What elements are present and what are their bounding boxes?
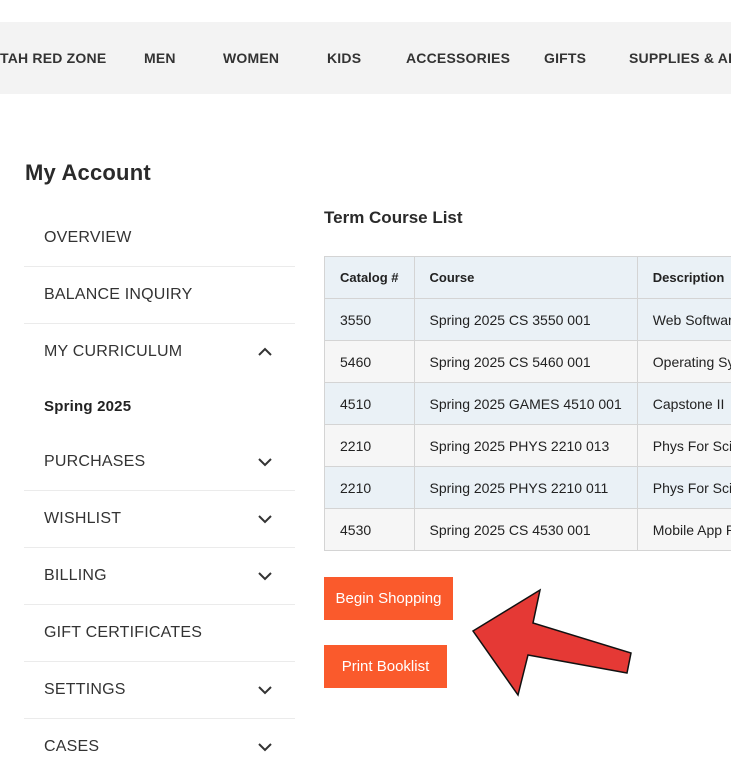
cell-description: Phys For Scien — [636, 424, 731, 467]
chevron-down-icon[interactable] — [257, 682, 273, 698]
sidebar-item-settings[interactable]: SETTINGS — [24, 662, 295, 719]
cell-description: Mobile App Pro — [636, 508, 731, 551]
sidebar-item-label: PURCHASES — [44, 453, 146, 470]
page-title: My Account — [25, 160, 151, 185]
sidebar-item-label: OVERVIEW — [44, 229, 132, 246]
nav-item-red-zone[interactable]: TAH RED ZONE — [0, 22, 106, 94]
sidebar-item-gift-certificates[interactable]: GIFT CERTIFICATES — [24, 605, 295, 662]
sidebar-item-cases[interactable]: CASES — [24, 719, 295, 775]
sidebar-item-my-curriculum[interactable]: MY CURRICULUM — [24, 324, 295, 380]
table-row: 5460 Spring 2025 CS 5460 001 Operating S… — [324, 340, 731, 383]
sidebar-subitem-spring-2025[interactable]: Spring 2025 — [24, 380, 295, 434]
cell-course: Spring 2025 CS 5460 001 — [413, 340, 638, 383]
account-sidebar: OVERVIEW BALANCE INQUIRY MY CURRICULUM S… — [24, 210, 295, 775]
cell-description: Operating Syste — [636, 340, 731, 383]
nav-item-supplies-art[interactable]: SUPPLIES & ART — [629, 22, 731, 94]
cell-catalog: 4510 — [324, 382, 415, 425]
table-row: 4530 Spring 2025 CS 4530 001 Mobile App … — [324, 508, 731, 551]
course-table: Catalog # Course Description 3550 Spring… — [324, 256, 731, 551]
sidebar-item-label: BALANCE INQUIRY — [44, 286, 193, 303]
sidebar-item-label: WISHLIST — [44, 510, 122, 527]
sidebar-item-wishlist[interactable]: WISHLIST — [24, 491, 295, 548]
cell-course: Spring 2025 PHYS 2210 011 — [413, 466, 638, 509]
cell-course: Spring 2025 PHYS 2210 013 — [413, 424, 638, 467]
course-table-container: Catalog # Course Description 3550 Spring… — [324, 256, 731, 551]
annotation-arrow-icon — [471, 588, 632, 697]
cell-catalog: 2210 — [324, 466, 415, 509]
nav-item-accessories[interactable]: ACCESSORIES — [406, 22, 510, 94]
sidebar-item-label: MY CURRICULUM — [44, 343, 183, 360]
sidebar-subitem-label: Spring 2025 — [44, 398, 132, 415]
sidebar-item-label: GIFT CERTIFICATES — [44, 624, 203, 641]
cell-description: Capstone II — [636, 382, 731, 425]
column-header-description: Description — [636, 256, 731, 299]
page: TAH RED ZONE MEN WOMEN KIDS ACCESSORIES … — [0, 0, 731, 775]
cell-description: Phys For Scien — [636, 466, 731, 509]
chevron-down-icon[interactable] — [257, 568, 273, 584]
cell-catalog: 3550 — [324, 298, 415, 341]
cell-course: Spring 2025 CS 3550 001 — [413, 298, 638, 341]
table-row: 2210 Spring 2025 PHYS 2210 013 Phys For … — [324, 424, 731, 467]
table-row: 2210 Spring 2025 PHYS 2210 011 Phys For … — [324, 466, 731, 509]
nav-item-kids[interactable]: KIDS — [327, 22, 361, 94]
nav-item-men[interactable]: MEN — [144, 22, 176, 94]
top-navigation: TAH RED ZONE MEN WOMEN KIDS ACCESSORIES … — [0, 22, 731, 94]
section-title: Term Course List — [324, 208, 463, 227]
table-row: 4510 Spring 2025 GAMES 4510 001 Capstone… — [324, 382, 731, 425]
column-header-course: Course — [413, 256, 638, 299]
sidebar-item-label: SETTINGS — [44, 681, 126, 698]
table-header-row: Catalog # Course Description — [324, 256, 731, 299]
sidebar-item-overview[interactable]: OVERVIEW — [24, 210, 295, 267]
sidebar-item-purchases[interactable]: PURCHASES — [24, 434, 295, 491]
sidebar-item-label: CASES — [44, 738, 100, 755]
cell-catalog: 5460 — [324, 340, 415, 383]
chevron-down-icon[interactable] — [257, 454, 273, 470]
begin-shopping-button[interactable]: Begin Shopping — [324, 577, 453, 620]
cell-catalog: 2210 — [324, 424, 415, 467]
table-row: 3550 Spring 2025 CS 3550 001 Web Softwar… — [324, 298, 731, 341]
cell-course: Spring 2025 CS 4530 001 — [413, 508, 638, 551]
cell-catalog: 4530 — [324, 508, 415, 551]
chevron-down-icon[interactable] — [257, 739, 273, 755]
nav-item-women[interactable]: WOMEN — [223, 22, 279, 94]
cell-description: Web Software D — [636, 298, 731, 341]
print-booklist-button[interactable]: Print Booklist — [324, 645, 447, 688]
sidebar-item-billing[interactable]: BILLING — [24, 548, 295, 605]
sidebar-item-balance-inquiry[interactable]: BALANCE INQUIRY — [24, 267, 295, 324]
chevron-up-icon[interactable] — [257, 344, 273, 360]
sidebar-item-label: BILLING — [44, 567, 107, 584]
chevron-down-icon[interactable] — [257, 511, 273, 527]
cell-course: Spring 2025 GAMES 4510 001 — [413, 382, 638, 425]
column-header-catalog: Catalog # — [324, 256, 415, 299]
nav-item-gifts[interactable]: GIFTS — [544, 22, 586, 94]
